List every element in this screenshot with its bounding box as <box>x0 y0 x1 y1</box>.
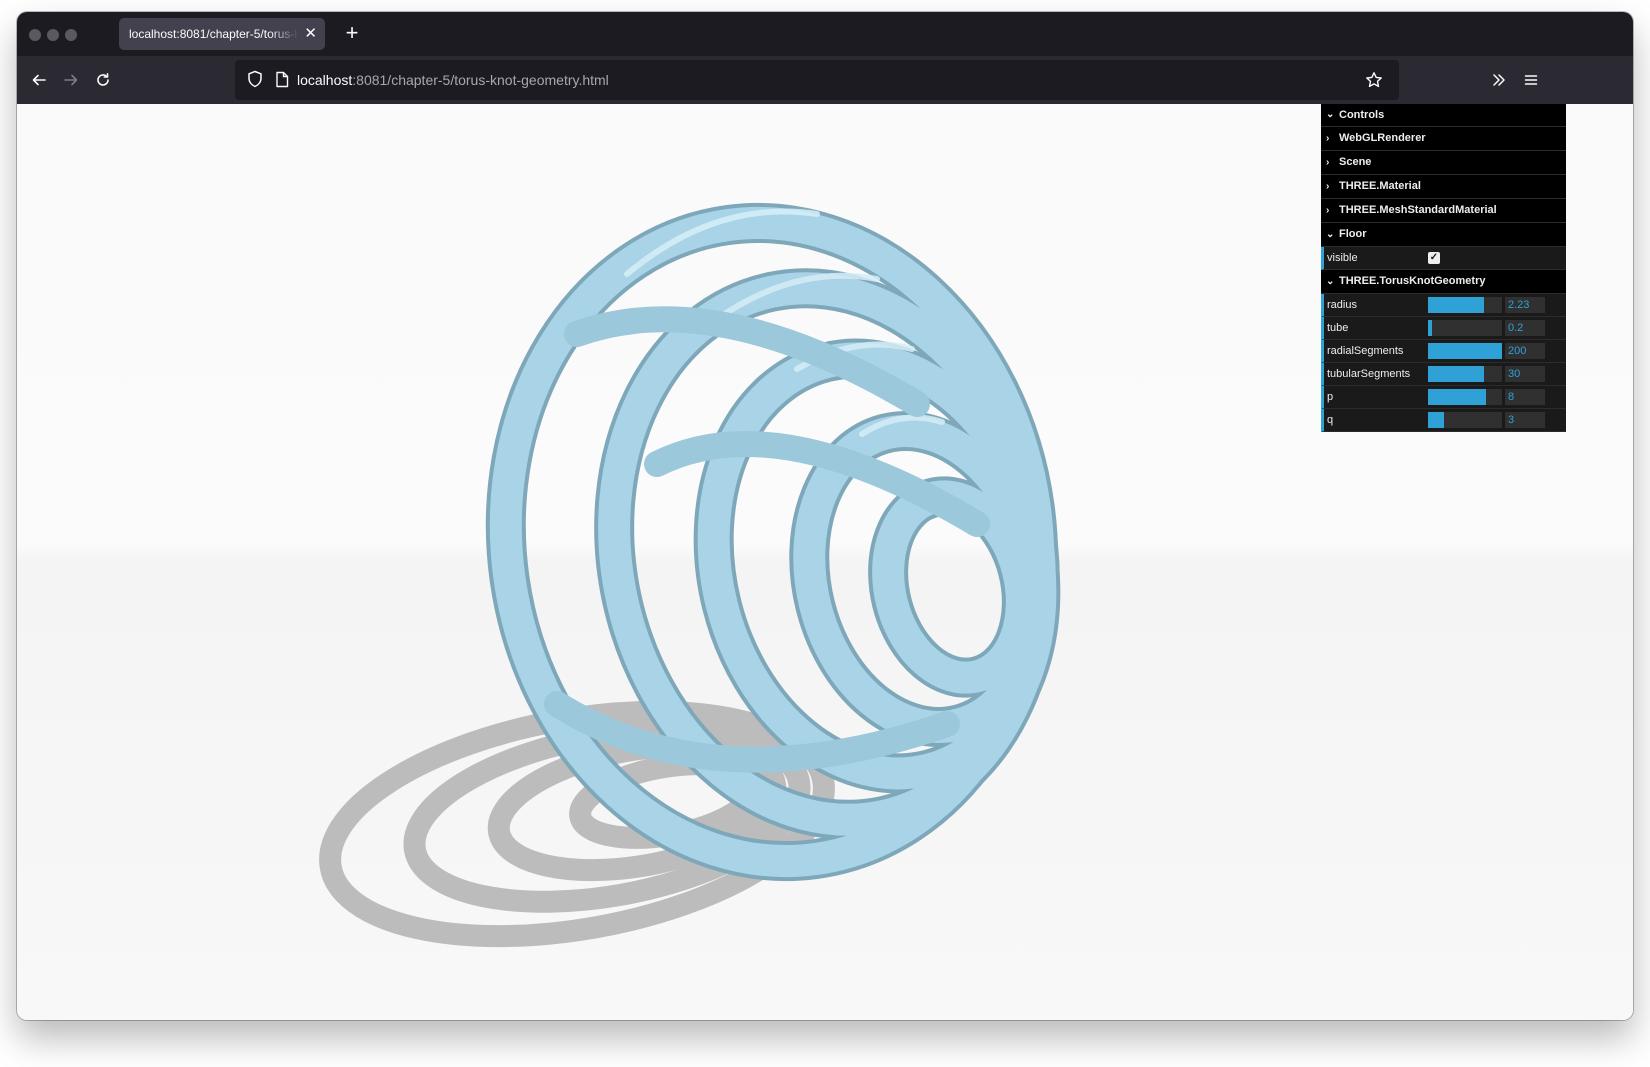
param-row-q: q 3 <box>1321 409 1566 432</box>
chevron-right-icon: › <box>1326 205 1330 216</box>
forward-button[interactable] <box>55 64 87 96</box>
slider-fill <box>1428 412 1445 428</box>
radius-input[interactable]: 2.23 <box>1505 297 1545 313</box>
new-tab-button[interactable]: + <box>337 19 367 49</box>
folder-label: THREE.TorusKnotGeometry <box>1339 275 1486 287</box>
menu-button[interactable] <box>1515 64 1547 96</box>
torus-knot-mesh <box>485 202 1061 882</box>
chevron-right-icon: › <box>1326 181 1330 192</box>
webgl-canvas[interactable]: ⌄ Controls › WebGLRenderer › Scene › THR… <box>17 104 1633 1020</box>
overflow-button[interactable] <box>1483 64 1515 96</box>
radial-segments-input[interactable]: 200 <box>1505 343 1545 359</box>
slider-fill <box>1428 343 1502 359</box>
menu-icon <box>1524 75 1538 85</box>
param-row-tubular-segments: tubularSegments 30 <box>1321 363 1566 386</box>
param-label: tube <box>1327 322 1349 334</box>
chevron-down-icon: ⌄ <box>1326 109 1335 120</box>
q-slider[interactable] <box>1428 412 1502 428</box>
folder-three-material[interactable]: › THREE.Material <box>1321 175 1566 199</box>
param-label: q <box>1327 414 1334 426</box>
plus-icon: + <box>345 20 359 45</box>
param-label: p <box>1327 391 1334 403</box>
floor-visible-label: visible <box>1327 252 1358 264</box>
slider-fill <box>1428 366 1484 382</box>
floor-visible-checkbox[interactable]: ✓ <box>1428 252 1440 264</box>
param-row-tube: tube 0.2 <box>1321 317 1566 340</box>
folder-torus-knot-geometry[interactable]: ⌄ THREE.TorusKnotGeometry <box>1321 270 1566 294</box>
back-arrow-icon <box>32 74 46 86</box>
folder-mesh-standard-material[interactable]: › THREE.MeshStandardMaterial <box>1321 199 1566 223</box>
tube-slider[interactable] <box>1428 320 1502 336</box>
reload-button[interactable] <box>87 64 119 96</box>
folder-label: WebGLRenderer <box>1339 132 1426 144</box>
folder-label: THREE.Material <box>1339 180 1421 192</box>
gui-controls-header[interactable]: ⌄ Controls <box>1321 104 1566 127</box>
chevron-right-icon: › <box>1326 157 1330 168</box>
param-label: tubularSegments <box>1327 368 1411 380</box>
dat-gui-panel: ⌄ Controls › WebGLRenderer › Scene › THR… <box>1321 104 1566 432</box>
p-input[interactable]: 8 <box>1505 389 1545 405</box>
close-icon[interactable]: ✕ <box>304 18 317 50</box>
window-minimize-dot[interactable] <box>47 29 59 41</box>
tubular-segments-slider[interactable] <box>1428 366 1502 382</box>
folder-label: THREE.MeshStandardMaterial <box>1339 204 1497 216</box>
radial-segments-slider[interactable] <box>1428 343 1502 359</box>
p-slider[interactable] <box>1428 389 1502 405</box>
folder-scene[interactable]: › Scene <box>1321 151 1566 175</box>
shield-icon[interactable] <box>247 70 263 88</box>
url-host: localhost <box>297 72 353 88</box>
radius-slider[interactable] <box>1428 297 1502 313</box>
url-path: :8081/chapter-5/torus-knot-geometry.html <box>352 72 609 88</box>
forward-arrow-icon <box>64 74 78 86</box>
check-icon: ✓ <box>1429 252 1439 263</box>
nav-toolbar: localhost:8081/chapter-5/torus-knot-geom… <box>17 56 1633 104</box>
overflow-chevrons-icon <box>1493 74 1505 86</box>
address-bar[interactable]: localhost:8081/chapter-5/torus-knot-geom… <box>235 60 1399 100</box>
folder-label: Floor <box>1339 228 1367 240</box>
q-input[interactable]: 3 <box>1505 412 1545 428</box>
tube-input[interactable]: 0.2 <box>1505 320 1545 336</box>
chevron-down-icon: ⌄ <box>1326 276 1335 287</box>
param-row-radial-segments: radialSegments 200 <box>1321 340 1566 363</box>
slider-fill <box>1428 320 1432 336</box>
slider-fill <box>1428 297 1484 313</box>
tab-active[interactable]: localhost:8081/chapter-5/torus-knot-geom… <box>119 18 325 50</box>
folder-label: Scene <box>1339 156 1372 168</box>
reload-icon <box>97 73 109 86</box>
url-text[interactable]: localhost:8081/chapter-5/torus-knot-geom… <box>297 60 609 100</box>
page-icon[interactable] <box>275 71 289 88</box>
folder-floor[interactable]: ⌄ Floor <box>1321 223 1566 247</box>
back-button[interactable] <box>23 64 55 96</box>
slider-fill <box>1428 389 1486 405</box>
star-icon[interactable] <box>1365 71 1383 89</box>
param-label: radius <box>1327 299 1357 311</box>
browser-window: localhost:8081/chapter-5/torus-knot-geom… <box>17 12 1633 1020</box>
tab-title-fade <box>269 18 299 50</box>
chevron-right-icon: › <box>1326 133 1330 144</box>
param-row-radius: radius 2.23 <box>1321 294 1566 317</box>
tubular-segments-input[interactable]: 30 <box>1505 366 1545 382</box>
tab-strip: localhost:8081/chapter-5/torus-knot-geom… <box>17 12 1633 56</box>
param-row-p: p 8 <box>1321 386 1566 409</box>
param-label: radialSegments <box>1327 345 1404 357</box>
window-close-dot[interactable] <box>29 29 41 41</box>
window-zoom-dot[interactable] <box>65 29 77 41</box>
floor-visible-row: visible ✓ <box>1321 247 1566 270</box>
gui-title-label: Controls <box>1339 109 1385 121</box>
chevron-down-icon: ⌄ <box>1326 229 1335 240</box>
folder-webglrenderer[interactable]: › WebGLRenderer <box>1321 127 1566 151</box>
